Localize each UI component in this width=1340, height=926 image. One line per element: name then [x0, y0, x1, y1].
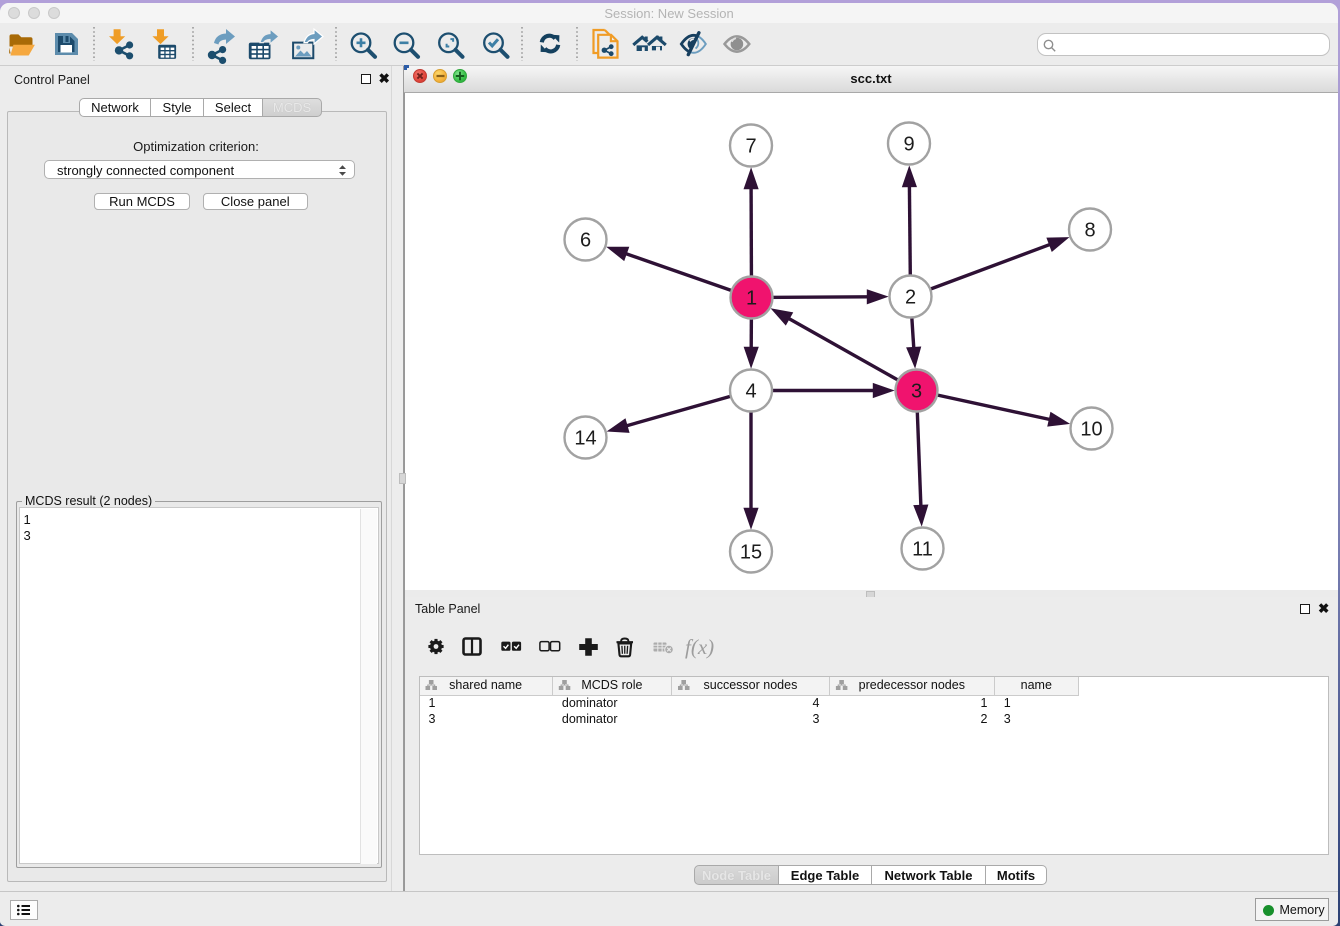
svg-text:4: 4: [745, 381, 756, 403]
svg-text:2: 2: [905, 287, 916, 309]
svg-text:8: 8: [1084, 220, 1095, 242]
svg-text:14: 14: [574, 428, 596, 450]
svg-text:11: 11: [912, 539, 933, 561]
svg-text:1: 1: [746, 288, 757, 310]
svg-text:f(x): f(x): [685, 635, 714, 659]
svg-text:10: 10: [1080, 419, 1102, 441]
svg-text:9: 9: [903, 134, 914, 156]
svg-text:7: 7: [745, 136, 756, 158]
svg-text:3: 3: [911, 381, 922, 403]
svg-text:15: 15: [740, 542, 762, 564]
svg-text:6: 6: [580, 230, 591, 252]
